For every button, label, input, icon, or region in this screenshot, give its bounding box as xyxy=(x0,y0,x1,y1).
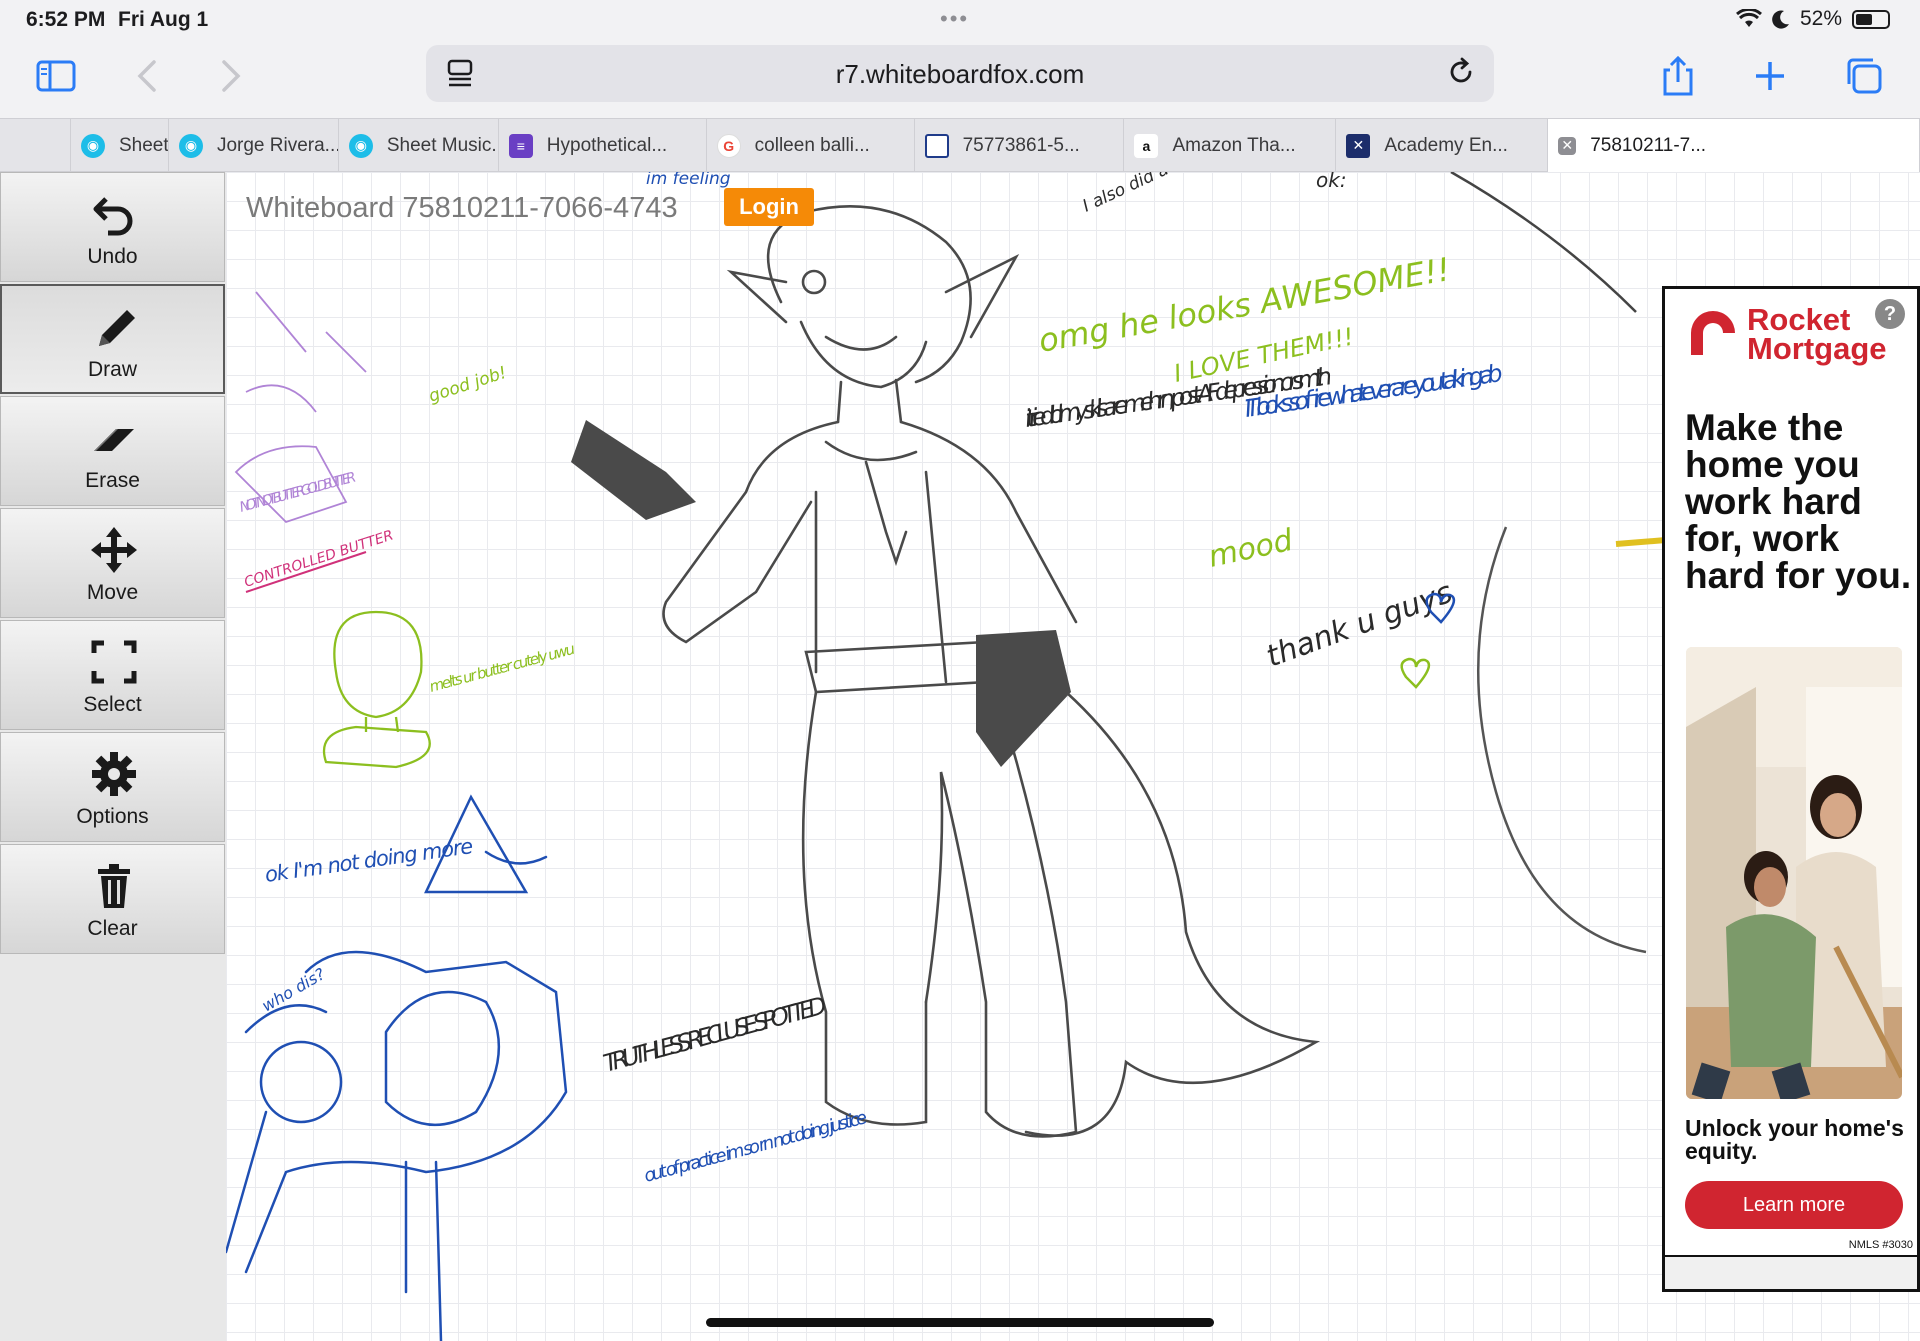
advertisement[interactable]: Rocket Mortgage ? Make the home you work … xyxy=(1662,286,1920,1292)
tool-panel: Undo Draw Erase Move Select Options Clea… xyxy=(0,172,226,1341)
ad-learn-more-button[interactable]: Learn more xyxy=(1685,1181,1903,1229)
tab-label: Sheet Music... xyxy=(386,134,499,156)
tab-label: colleen balli... xyxy=(754,134,870,156)
tab-0[interactable]: ◉ xyxy=(0,119,71,172)
select-frame-icon xyxy=(91,640,137,684)
plus-icon[interactable] xyxy=(1748,54,1792,98)
url-text: r7.whiteboardfox.com xyxy=(835,59,1085,89)
eraser-icon xyxy=(94,429,134,451)
clear-label: Clear xyxy=(87,917,138,940)
multitask-dots-icon[interactable]: ••• xyxy=(940,6,969,32)
tab-label: Amazon Tha... xyxy=(1172,134,1296,156)
tab-label: Jorge Rivera... xyxy=(216,134,339,156)
options-button[interactable]: Options xyxy=(0,732,225,842)
login-button[interactable]: Login xyxy=(724,188,814,226)
whiteboardfox-icon: ◉ xyxy=(81,133,105,158)
clear-button[interactable]: Clear xyxy=(0,844,225,954)
note-good-job: good job! xyxy=(426,363,509,407)
undo-icon xyxy=(93,197,133,236)
gear-icon xyxy=(92,752,136,796)
select-button[interactable]: Select xyxy=(0,620,225,730)
draw-label: Draw xyxy=(87,358,137,381)
move-label: Move xyxy=(86,581,139,604)
undo-button[interactable]: Undo xyxy=(0,172,225,282)
draw-button[interactable]: Draw xyxy=(0,284,225,394)
ad-info-icon[interactable]: ? xyxy=(1875,299,1905,329)
move-button[interactable]: Move xyxy=(0,508,225,618)
battery-fill xyxy=(1856,13,1872,25)
tab-9[interactable]: ✕ 75810211-7... xyxy=(1548,119,1920,172)
address-bar[interactable]: r7.whiteboardfox.com xyxy=(426,45,1494,102)
back-icon[interactable] xyxy=(126,54,170,98)
browser-toolbar: r7.whiteboardfox.com xyxy=(0,40,1920,118)
erase-label: Erase xyxy=(85,469,140,492)
academy-icon: ✕ xyxy=(1346,133,1371,158)
whiteboardfox-icon: ◉ xyxy=(348,133,373,158)
note-thank-u: thank u guys xyxy=(1262,575,1457,675)
note-not-doing-more: ok I'm not doing more xyxy=(263,834,474,887)
whiteboard-icon xyxy=(924,133,949,158)
tab-1[interactable]: ◉ Sheet I xyxy=(71,119,169,172)
note-controlled-butter: CONTROLLED BUTTER xyxy=(242,527,395,590)
status-date: Fri Aug 1 xyxy=(118,8,209,31)
move-arrows-icon xyxy=(91,527,137,573)
tab-2[interactable]: ◉ Jorge Rivera... xyxy=(169,119,339,172)
battery-percent: 52% xyxy=(1799,7,1842,30)
note-ok: ok: xyxy=(1316,172,1347,192)
ad-brand: Rocket Mortgage xyxy=(1747,302,1887,366)
screen: 6:52 PM Fri Aug 1 ••• 52% r7.whiteboardf… xyxy=(0,0,1920,1341)
tab-bar: ◉ ◉ Sheet I ◉ Jorge Rivera... ◉ Sheet Music...… xyxy=(0,118,1920,172)
ad-headline: Make the home you work hard for, work ha… xyxy=(1685,407,1912,596)
note-mood: mood xyxy=(1205,523,1296,575)
trash-icon xyxy=(98,864,130,908)
ad-photo xyxy=(1686,647,1902,1099)
home-indicator[interactable] xyxy=(706,1318,1214,1327)
ad-nmls: NMLS #3030 xyxy=(1848,1239,1913,1251)
note-out-of-practice: out of practice im so rn not doing justi… xyxy=(642,1107,870,1187)
close-icon[interactable]: ✕ xyxy=(1558,136,1577,155)
options-label: Options xyxy=(76,805,149,828)
tab-label: 75810211-7... xyxy=(1590,134,1707,156)
ad-subheadline: Unlock your home's equity. xyxy=(1685,1115,1904,1164)
ad-brand-line1: Rocket xyxy=(1747,302,1851,337)
select-label: Select xyxy=(83,693,142,716)
ad-footer xyxy=(1665,1255,1917,1289)
pencil-icon xyxy=(99,310,135,346)
forms-icon: ≡ xyxy=(508,133,533,158)
tab-5[interactable]: Gcolleen balli... xyxy=(707,119,915,172)
status-bar: 6:52 PM Fri Aug 1 ••• 52% xyxy=(0,0,1920,40)
tab-label: 75773861-5... xyxy=(962,134,1080,156)
tabs-icon[interactable] xyxy=(1842,54,1886,98)
erase-button[interactable]: Erase xyxy=(0,396,225,506)
tab-3[interactable]: ◉ Sheet Music... xyxy=(339,119,499,172)
note-im-feeling: im feeling xyxy=(646,172,731,189)
moon-icon xyxy=(1772,10,1789,29)
tab-4[interactable]: ≡ Hypothetical... xyxy=(499,119,707,172)
amazon-icon: a xyxy=(1134,133,1159,158)
tab-label: Sheet I xyxy=(119,134,169,156)
note-omg: omg he looks AWESOME!! xyxy=(1036,250,1453,360)
tab-8[interactable]: ✕ Academy En... xyxy=(1336,119,1549,172)
forward-icon[interactable] xyxy=(208,54,252,98)
share-icon[interactable] xyxy=(1656,54,1700,98)
rocket-mortgage-logo-icon xyxy=(1691,311,1735,355)
ad-brand-line2: Mortgage xyxy=(1747,331,1887,366)
tab-7[interactable]: a Amazon Tha... xyxy=(1124,119,1337,172)
note-melts: melts ur butter cutely uwu xyxy=(427,640,577,696)
sidebar-icon[interactable] xyxy=(34,54,78,98)
tab-label: Academy En... xyxy=(1384,134,1508,156)
tab-label: Hypothetical... xyxy=(546,134,668,156)
whiteboardfox-icon: ◉ xyxy=(178,133,203,158)
note-truthless: TRUTHLESS RECLUSE SPOTTED xyxy=(600,991,829,1078)
wifi-icon xyxy=(1735,9,1762,27)
whiteboard-title: Whiteboard 75810211-7066-4743 xyxy=(246,192,678,224)
status-time: 6:52 PM xyxy=(26,8,106,31)
status-right: 52% xyxy=(1735,7,1890,31)
google-icon: G xyxy=(716,133,741,158)
tab-6[interactable]: 75773861-5... xyxy=(915,119,1125,172)
undo-label: Undo xyxy=(87,245,138,268)
battery-icon xyxy=(1852,9,1890,29)
reload-icon[interactable] xyxy=(1446,57,1476,87)
